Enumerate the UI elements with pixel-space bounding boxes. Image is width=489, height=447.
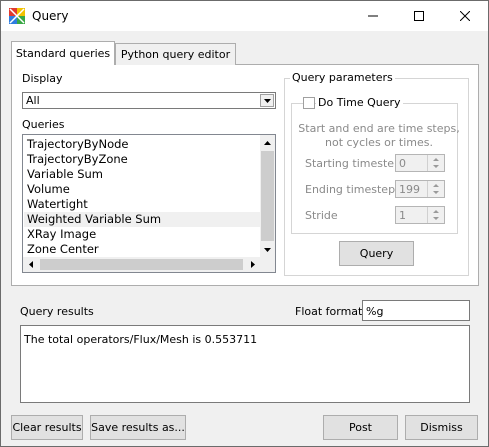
scroll-corner [260, 257, 275, 272]
list-item[interactable]: Variable Sum [27, 167, 103, 182]
list-item[interactable]: TrajectoryByZone [27, 152, 128, 167]
display-label: Display [22, 72, 63, 85]
close-button[interactable] [442, 1, 488, 31]
list-item[interactable]: Zone Center [27, 242, 99, 257]
ending-timestep-spinbox[interactable]: 199 [395, 180, 445, 198]
spin-arrows-icon [433, 184, 439, 194]
starting-timestep-spinbox[interactable]: 0 [395, 154, 445, 172]
window-title: Query [32, 9, 69, 23]
starting-timestep-label: Starting timestep [305, 157, 402, 170]
dismiss-button[interactable]: Dismiss [405, 415, 478, 440]
queries-horizontal-scrollbar[interactable] [23, 257, 260, 272]
do-time-query-checkbox[interactable] [303, 97, 315, 109]
maximize-icon [414, 11, 424, 21]
maximize-button[interactable] [396, 1, 442, 31]
query-results-text: The total operators/Flux/Mesh is 0.55371… [24, 333, 258, 346]
clear-results-button[interactable]: Clear results [11, 415, 83, 440]
note-line-2: not cycles or times. [325, 136, 433, 149]
list-item-selected[interactable]: Weighted Variable Sum [24, 212, 260, 227]
chevron-left-icon [28, 261, 33, 268]
query-results-label: Query results [20, 305, 94, 318]
list-item[interactable]: Volume [27, 182, 70, 197]
queries-vertical-scrollbar[interactable] [260, 135, 275, 257]
display-combo-value: All [26, 94, 40, 107]
save-results-button[interactable]: Save results as... [90, 415, 186, 440]
query-window: Query Standard queries Python query edit… [0, 0, 489, 447]
queries-label: Queries [22, 118, 65, 131]
ending-timestep-label: Ending timestep [305, 183, 396, 196]
float-format-label: Float format [295, 305, 363, 318]
display-combo[interactable]: All [22, 92, 276, 109]
list-item[interactable]: TrajectoryByNode [27, 137, 129, 152]
scroll-down-arrow[interactable] [260, 242, 275, 257]
vertical-scroll-thumb[interactable] [261, 151, 274, 241]
chevron-right-icon [250, 261, 255, 268]
visit-app-icon [9, 8, 25, 24]
stride-spin-buttons[interactable] [427, 207, 444, 223]
horizontal-scroll-thumb[interactable] [40, 259, 243, 270]
stride-value: 1 [399, 209, 406, 222]
chevron-down-icon [263, 98, 271, 103]
note-line-1: Start and end are time steps, [298, 122, 460, 135]
queries-list[interactable]: TrajectoryByNode TrajectoryByZone Variab… [22, 134, 276, 273]
stride-label: Stride [305, 209, 338, 222]
tab-python-query-editor[interactable]: Python query editor [115, 43, 236, 65]
scroll-up-arrow[interactable] [260, 135, 275, 150]
close-icon [460, 11, 470, 21]
float-format-input[interactable]: %g [362, 300, 470, 321]
minimize-icon [368, 15, 378, 17]
scroll-right-arrow[interactable] [245, 257, 260, 272]
list-item[interactable]: Watertight [27, 197, 88, 212]
spin-arrows-icon [433, 210, 439, 220]
starting-timestep-value: 0 [399, 157, 406, 170]
chevron-down-icon [264, 247, 271, 252]
time-steps-note: Start and end are time steps, not cycles… [291, 122, 467, 150]
list-item[interactable]: XRay Image [27, 227, 96, 242]
scroll-left-arrow[interactable] [23, 257, 38, 272]
starting-timestep-spin-buttons[interactable] [427, 155, 444, 171]
ending-timestep-spin-buttons[interactable] [427, 181, 444, 197]
post-button[interactable]: Post [323, 415, 398, 440]
float-format-value: %g [366, 305, 384, 318]
stride-spinbox[interactable]: 1 [395, 206, 445, 224]
do-time-query-label[interactable]: Do Time Query [316, 96, 403, 109]
minimize-button[interactable] [350, 1, 396, 31]
chevron-up-icon [264, 140, 271, 145]
query-button[interactable]: Query [339, 241, 414, 266]
title-bar[interactable]: Query [1, 1, 488, 31]
ending-timestep-value: 199 [399, 183, 420, 196]
query-parameters-title: Query parameters [290, 71, 395, 84]
display-combo-arrow[interactable] [260, 94, 274, 107]
spin-arrows-icon [433, 158, 439, 168]
tab-standard-queries[interactable]: Standard queries [11, 41, 115, 65]
